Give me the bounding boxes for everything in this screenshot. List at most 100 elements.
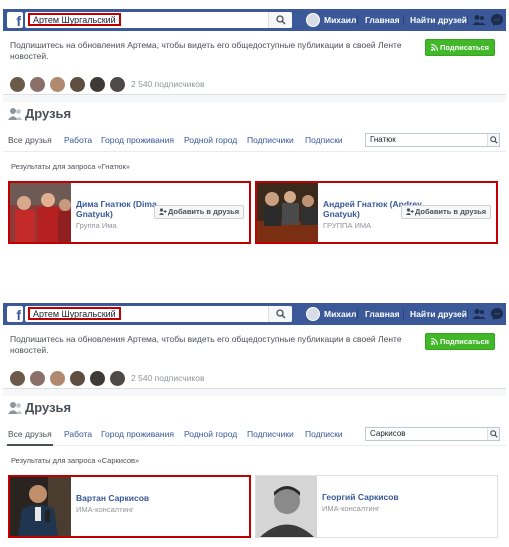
nav-home-link[interactable]: Главная bbox=[365, 9, 400, 31]
follower-avatar[interactable] bbox=[109, 76, 126, 93]
friends-tabs: Все друзья Работа Город проживания Родно… bbox=[3, 422, 506, 446]
follower-avatar[interactable] bbox=[9, 76, 26, 93]
nav-profile-link[interactable]: Михаил bbox=[324, 303, 356, 325]
subscribe-button[interactable]: Подписаться bbox=[425, 39, 495, 56]
friend-requests-icon[interactable] bbox=[472, 13, 486, 27]
tab-followers[interactable]: Подписчики bbox=[247, 429, 294, 439]
messenger-icon[interactable] bbox=[490, 13, 504, 27]
friend-card: Дима Гнатюк (Dima Gnatyuk) Группа Има До… bbox=[8, 181, 251, 244]
facebook-logo[interactable]: f bbox=[7, 12, 23, 28]
friend-photo[interactable] bbox=[10, 183, 71, 242]
user-avatar[interactable] bbox=[306, 307, 320, 321]
friends-search-input[interactable]: Гнатюк bbox=[370, 135, 396, 144]
facebook-profile-panel-2: f Артем Шургальский Михаил Главная Найти… bbox=[3, 303, 506, 547]
tab-current-city[interactable]: Город проживания bbox=[101, 429, 174, 439]
follow-prompt-bar: Подпишитесь на обновления Артема, чтобы … bbox=[3, 31, 506, 95]
top-navigation-bar: f Артем Шургальский Михаил Главная Найти… bbox=[3, 9, 506, 31]
follower-avatar[interactable] bbox=[69, 370, 86, 387]
add-friend-button[interactable]: Добавить в друзья bbox=[154, 205, 245, 219]
facebook-profile-panel-1: f Артем Шургальский Михаил Главная Найти… bbox=[3, 9, 506, 253]
rss-icon bbox=[431, 44, 438, 51]
follow-prompt-text: Подпишитесь на обновления Артема, чтобы … bbox=[10, 334, 402, 355]
follower-avatar[interactable] bbox=[49, 76, 66, 93]
friends-search-input[interactable]: Саркисов bbox=[370, 429, 406, 438]
global-search-input[interactable]: Артем Шургальский bbox=[28, 307, 121, 320]
follow-prompt-text: Подпишитесь на обновления Артема, чтобы … bbox=[10, 40, 402, 61]
search-button[interactable] bbox=[268, 12, 292, 28]
rss-icon bbox=[431, 338, 438, 345]
follower-avatar[interactable] bbox=[49, 370, 66, 387]
search-icon bbox=[490, 430, 498, 438]
friends-section: Друзья Все друзья Работа Город проживани… bbox=[3, 102, 506, 253]
nav-divider bbox=[467, 15, 468, 25]
friends-search-button[interactable] bbox=[487, 134, 499, 146]
friend-photo[interactable] bbox=[257, 183, 318, 242]
follower-avatar[interactable] bbox=[89, 370, 106, 387]
friends-search-box[interactable]: Саркисов bbox=[365, 427, 500, 441]
nav-divider bbox=[357, 15, 358, 25]
add-friend-label: Добавить в друзья bbox=[168, 207, 240, 216]
friend-name-link[interactable]: Вартан Саркисов bbox=[76, 493, 186, 503]
nav-find-friends-link[interactable]: Найти друзей bbox=[410, 9, 467, 31]
global-search-input[interactable]: Артем Шургальский bbox=[28, 13, 121, 26]
add-friend-label: Добавить в друзья bbox=[415, 207, 487, 216]
follower-avatar[interactable] bbox=[29, 76, 46, 93]
tab-all-friends[interactable]: Все друзья bbox=[8, 135, 52, 145]
nav-home-link[interactable]: Главная bbox=[365, 303, 400, 325]
friend-photo[interactable] bbox=[10, 477, 71, 536]
top-navigation-bar: f Артем Шургальский Михаил Главная Найти… bbox=[3, 303, 506, 325]
messenger-icon[interactable] bbox=[490, 307, 504, 321]
nav-divider bbox=[357, 309, 358, 319]
friend-name-link[interactable]: Георгий Саркисов bbox=[322, 492, 432, 502]
subscribe-button[interactable]: Подписаться bbox=[425, 333, 495, 350]
subscribe-label: Подписаться bbox=[439, 337, 490, 346]
search-results-label: Результаты для запроса «Гнатюк» bbox=[11, 162, 130, 171]
friend-card: Вартан Саркисов ИМА-консалтинг bbox=[8, 475, 251, 538]
follower-avatar[interactable] bbox=[9, 370, 26, 387]
follower-avatar[interactable] bbox=[29, 370, 46, 387]
nav-divider bbox=[403, 15, 404, 25]
subscribe-label: Подписаться bbox=[439, 43, 490, 52]
friend-photo[interactable] bbox=[256, 476, 317, 537]
friend-subtitle: ГРУППА ИМА bbox=[323, 221, 372, 230]
tab-current-city[interactable]: Город проживания bbox=[101, 135, 174, 145]
tab-following[interactable]: Подписки bbox=[305, 135, 343, 145]
tab-hometown[interactable]: Родной город bbox=[184, 135, 237, 145]
global-search-box[interactable]: Артем Шургальский bbox=[25, 12, 292, 28]
search-results-label: Результаты для запроса «Саркисов» bbox=[11, 456, 140, 465]
nav-profile-link[interactable]: Михаил bbox=[324, 9, 356, 31]
follower-count[interactable]: 2 540 подписчиков bbox=[131, 79, 204, 89]
friend-card: Георгий Саркисов ИМА-консалтинг bbox=[255, 475, 498, 538]
search-icon bbox=[490, 136, 498, 144]
friends-search-button[interactable] bbox=[487, 428, 499, 440]
follower-avatar[interactable] bbox=[109, 370, 126, 387]
friends-icon bbox=[8, 402, 22, 414]
follower-avatar[interactable] bbox=[69, 76, 86, 93]
tab-work[interactable]: Работа bbox=[64, 135, 92, 145]
tab-work[interactable]: Работа bbox=[64, 429, 92, 439]
user-avatar[interactable] bbox=[306, 13, 320, 27]
tab-following[interactable]: Подписки bbox=[305, 429, 343, 439]
add-friend-button[interactable]: Добавить в друзья bbox=[401, 205, 492, 219]
friends-search-box[interactable]: Гнатюк bbox=[365, 133, 500, 147]
tab-all-friends[interactable]: Все друзья bbox=[8, 429, 52, 439]
facebook-logo[interactable]: f bbox=[7, 306, 23, 322]
friend-subtitle: Группа Има bbox=[76, 221, 117, 230]
nav-divider bbox=[467, 309, 468, 319]
friends-header: Друзья bbox=[3, 102, 506, 125]
active-tab-indicator bbox=[7, 444, 53, 446]
follower-avatar[interactable] bbox=[89, 76, 106, 93]
friends-tabs: Все друзья Работа Город проживания Родно… bbox=[3, 128, 506, 152]
search-button[interactable] bbox=[268, 306, 292, 322]
global-search-box[interactable]: Артем Шургальский bbox=[25, 306, 292, 322]
search-icon bbox=[276, 15, 286, 25]
tab-followers[interactable]: Подписчики bbox=[247, 135, 294, 145]
friend-requests-icon[interactable] bbox=[472, 307, 486, 321]
follower-count[interactable]: 2 540 подписчиков bbox=[131, 373, 204, 383]
tab-hometown[interactable]: Родной город bbox=[184, 429, 237, 439]
add-friend-icon bbox=[159, 208, 167, 215]
friends-title: Друзья bbox=[25, 400, 72, 415]
nav-find-friends-link[interactable]: Найти друзей bbox=[410, 303, 467, 325]
friend-subtitle: ИМА-консалтинг bbox=[76, 505, 134, 514]
friends-header: Друзья bbox=[3, 396, 506, 419]
